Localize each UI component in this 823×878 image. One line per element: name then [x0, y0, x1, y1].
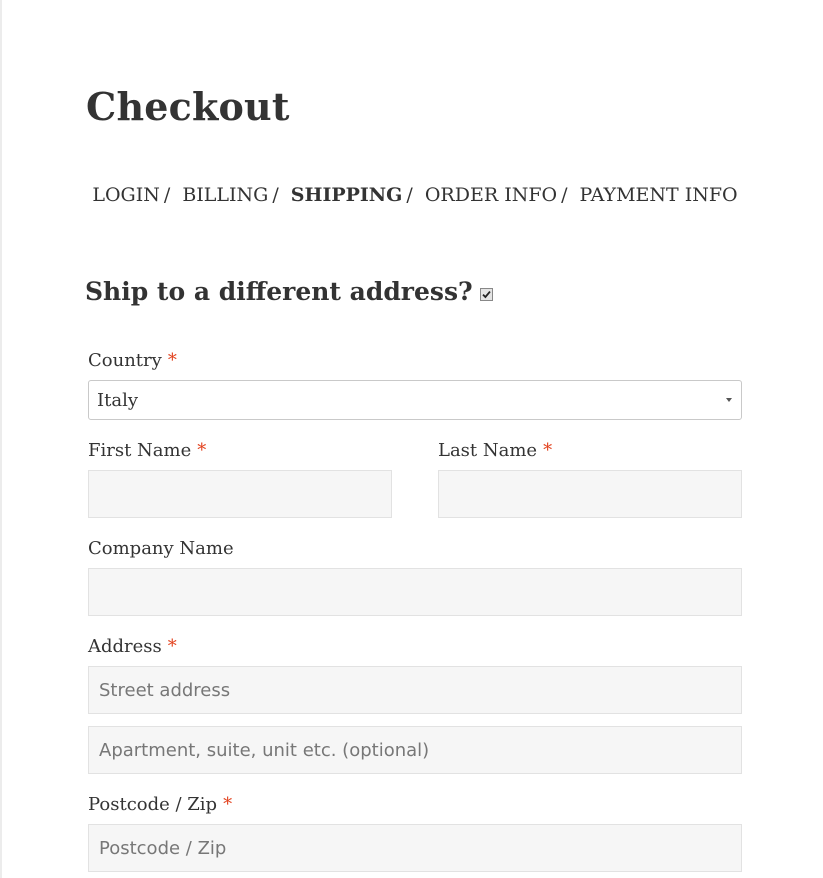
first-name-label-text: First Name [88, 440, 192, 461]
step-billing[interactable]: BILLING [182, 181, 268, 209]
last-name-input[interactable] [438, 470, 742, 518]
step-order-info[interactable]: ORDER INFO [425, 181, 557, 209]
last-name-label: Last Name * [438, 439, 552, 463]
country-select[interactable]: Italy [88, 380, 742, 420]
step-separator: / [406, 184, 413, 206]
required-marker: * [197, 440, 207, 461]
page-title: Checkout [86, 84, 290, 129]
ship-different-address-row: Ship to a different address? [85, 273, 493, 311]
company-name-label-text: Company Name [88, 538, 234, 559]
step-payment-info[interactable]: PAYMENT INFO [580, 181, 738, 209]
country-label-text: Country [88, 350, 162, 371]
required-marker: * [543, 440, 553, 461]
postcode-label: Postcode / Zip * [88, 793, 232, 817]
step-separator: / [272, 184, 279, 206]
postcode-input[interactable] [88, 824, 742, 872]
step-login[interactable]: LOGIN [92, 181, 160, 209]
apartment-input[interactable] [88, 726, 742, 774]
required-marker: * [167, 350, 177, 371]
country-label: Country * [88, 349, 177, 373]
ship-different-address-heading: Ship to a different address? [85, 277, 473, 306]
company-name-label: Company Name [88, 537, 234, 561]
page-left-border [0, 0, 2, 878]
postcode-label-text: Postcode / Zip [88, 794, 218, 815]
ship-different-address-checkbox[interactable] [479, 287, 493, 301]
step-shipping[interactable]: SHIPPING [291, 181, 403, 209]
street-address-input[interactable] [88, 666, 742, 714]
checkmark-icon [482, 290, 491, 298]
country-selected-value: Italy [97, 390, 139, 411]
required-marker: * [167, 636, 177, 657]
first-name-label: First Name * [88, 439, 206, 463]
first-name-input[interactable] [88, 470, 392, 518]
required-marker: * [223, 794, 233, 815]
checkout-steps: LOGIN / BILLING / SHIPPING / ORDER INFO / PA… [0, 181, 823, 209]
address-label: Address * [88, 635, 177, 659]
dropdown-arrow-icon [726, 398, 732, 402]
last-name-label-text: Last Name [438, 440, 538, 461]
step-separator: / [163, 184, 171, 206]
step-separator: / [561, 184, 568, 206]
address-label-text: Address [88, 636, 162, 657]
company-name-input[interactable] [88, 568, 742, 616]
